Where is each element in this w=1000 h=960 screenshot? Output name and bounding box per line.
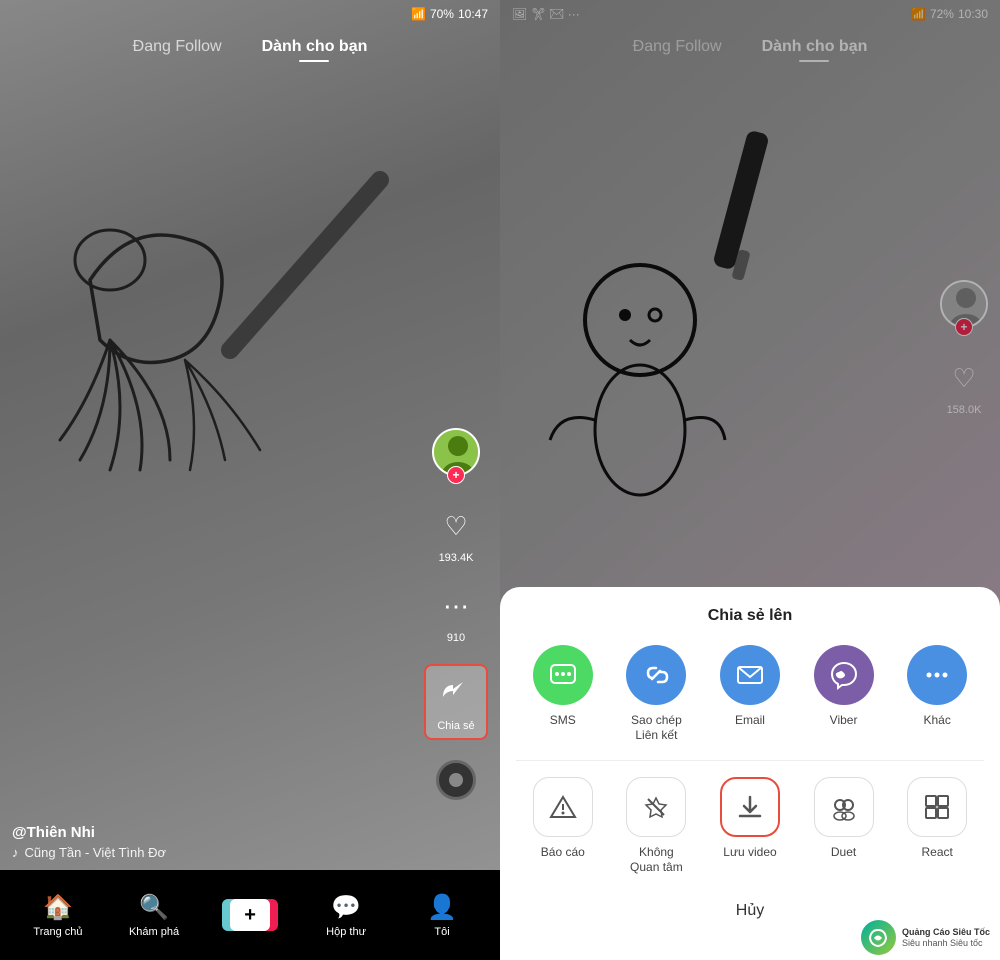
nav-home[interactable]: 🏠 Trang chủ — [33, 893, 83, 938]
comment-icon: ⋯ — [434, 584, 478, 628]
more-icon — [907, 645, 967, 705]
nav-profile-label: Tôi — [434, 926, 449, 938]
viber-icon — [814, 645, 874, 705]
share-divider — [516, 760, 984, 761]
music-disc-inner — [449, 773, 463, 787]
right-phone-panel: 🖼 ✂ ✉ ··· 📶 72% 10:30 Đang Follow Dành c… — [500, 0, 1000, 960]
react-label: React — [921, 845, 952, 861]
share-action[interactable]: Chia sẻ — [424, 664, 488, 740]
comment-count: 910 — [447, 632, 465, 644]
duet-icon — [814, 777, 874, 837]
home-icon: 🏠 — [43, 893, 73, 922]
add-button-inner: + — [230, 899, 270, 931]
video-info: @Thiên Nhi ♪ Cũng Tần - Việt Tình Đơ — [12, 824, 430, 860]
copy-link-label: Sao chépLiên kết — [631, 713, 682, 744]
save-video-icon — [720, 777, 780, 837]
bird-drawing-art — [30, 100, 450, 650]
profile-icon: 👤 — [427, 893, 457, 922]
follow-plus-badge[interactable]: + — [447, 466, 465, 484]
nav-home-label: Trang chủ — [33, 926, 82, 938]
sms-icon — [533, 645, 593, 705]
sms-label: SMS — [550, 713, 576, 729]
comment-action[interactable]: ⋯ 910 — [434, 584, 478, 644]
tab-dang-follow-left[interactable]: Đang Follow — [133, 38, 222, 56]
watermark-text: Quảng Cáo Siêu Tốc Siêu nhanh Siêu tốc — [902, 927, 990, 949]
heart-icon: ♡ — [434, 504, 478, 548]
nav-inbox-label: Hộp thư — [326, 926, 366, 938]
not-interested-icon — [626, 777, 686, 837]
song-info: ♪ Cũng Tần - Việt Tình Đơ — [12, 845, 430, 860]
watermark-logo — [861, 920, 896, 955]
share-more[interactable]: Khác — [897, 645, 977, 744]
tab-danh-cho-ban-left[interactable]: Dành cho bạn — [262, 38, 368, 56]
save-video-label: Lưu video — [723, 845, 776, 861]
viber-label: Viber — [830, 713, 858, 729]
inbox-icon: 💬 — [331, 893, 361, 922]
email-icon — [720, 645, 780, 705]
share-icon — [434, 672, 478, 716]
nav-inbox[interactable]: 💬 Hộp thư — [321, 893, 371, 938]
like-action[interactable]: ♡ 193.4K — [434, 504, 478, 564]
share-sms[interactable]: SMS — [523, 645, 603, 744]
creator-username: @Thiên Nhi — [12, 824, 430, 841]
nav-add[interactable]: + — [225, 899, 275, 931]
share-email[interactable]: Email — [710, 645, 790, 744]
music-disc[interactable] — [436, 760, 476, 800]
share-report[interactable]: Báo cáo — [523, 777, 603, 876]
nav-explore[interactable]: 🔍 Khám phá — [129, 893, 179, 938]
left-phone-panel: 📶 70% 10:47 Đang Follow Dành cho bạn + ♡… — [0, 0, 500, 960]
add-button[interactable]: + — [226, 899, 274, 931]
report-label: Báo cáo — [541, 845, 585, 861]
battery-text: 70% — [430, 7, 454, 21]
left-status-bar: 📶 70% 10:47 — [0, 0, 500, 28]
more-label: Khác — [923, 713, 950, 729]
share-panel-title: Chia sẻ lên — [516, 607, 984, 625]
share-copy-link[interactable]: Sao chépLiên kết — [616, 645, 696, 744]
duet-label: Duet — [831, 845, 856, 861]
left-nav-tabs: Đang Follow Dành cho bạn — [0, 30, 500, 64]
nav-profile[interactable]: 👤 Tôi — [417, 893, 467, 938]
nav-explore-label: Khám phá — [129, 926, 179, 938]
left-status-icons: 📶 70% 10:47 — [411, 7, 488, 21]
share-not-interested[interactable]: KhôngQuan tâm — [616, 777, 696, 876]
wifi-icon: 📶 — [411, 7, 426, 21]
creator-avatar-wrapper: + — [432, 428, 480, 476]
left-sidebar-actions: + ♡ 193.4K ⋯ 910 Chia sẻ — [424, 428, 488, 800]
share-save-video[interactable]: Lưu video — [710, 777, 790, 876]
link-icon — [626, 645, 686, 705]
share-viber[interactable]: Viber — [804, 645, 884, 744]
share-react[interactable]: React — [897, 777, 977, 876]
bottom-navigation: 🏠 Trang chủ 🔍 Khám phá + 💬 Hộp thư 👤 Tôi — [0, 870, 500, 960]
song-title: Cũng Tần - Việt Tình Đơ — [25, 845, 167, 860]
share-panel: Chia sẻ lên SMS — [500, 587, 1000, 960]
watermark: Quảng Cáo Siêu Tốc Siêu nhanh Siêu tốc — [861, 920, 990, 955]
share-row-2: Báo cáo KhôngQuan tâm — [516, 777, 984, 876]
report-icon — [533, 777, 593, 837]
search-icon: 🔍 — [139, 893, 169, 922]
time-left: 10:47 — [458, 7, 488, 21]
music-note-icon: ♪ — [12, 845, 19, 860]
like-count: 193.4K — [439, 552, 474, 564]
email-label: Email — [735, 713, 765, 729]
not-interested-label: KhôngQuan tâm — [630, 845, 683, 876]
react-icon — [907, 777, 967, 837]
share-label: Chia sẻ — [437, 720, 474, 732]
share-duet[interactable]: Duet — [804, 777, 884, 876]
share-row-1: SMS Sao chépLiên kết — [516, 645, 984, 744]
